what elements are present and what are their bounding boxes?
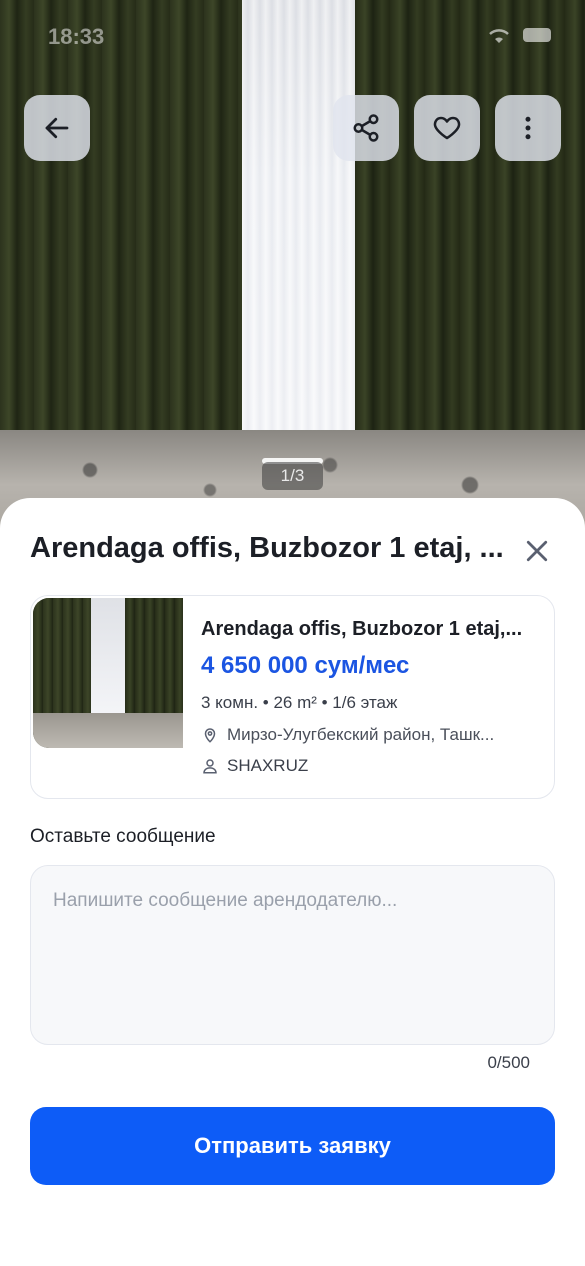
arrow-left-icon <box>45 117 69 139</box>
status-time: 18:33 <box>48 24 105 49</box>
share-icon <box>353 114 379 142</box>
share-button[interactable] <box>333 95 399 161</box>
thumbnail-floor <box>33 713 183 748</box>
submit-request-button[interactable]: Отправить заявку <box>30 1107 555 1185</box>
message-input[interactable] <box>30 865 555 1045</box>
gallery-counter: 1/3 <box>262 462 323 490</box>
message-label: Оставьте сообщение <box>30 826 216 847</box>
listing-thumbnail <box>33 598 183 748</box>
wifi-icon <box>489 29 509 43</box>
heart-icon <box>433 116 461 140</box>
photo-curtain-right <box>355 0 585 450</box>
listing-title: Arendaga offis, Buzbozor 1 etaj,... <box>201 618 523 640</box>
favorite-button[interactable] <box>414 95 480 161</box>
location-text: Мирзо-Улугбекский район, Ташк... <box>227 725 495 744</box>
message-char-counter: 0/500 <box>487 1053 530 1072</box>
sheet-title: Arendaga offis, Buzbozor 1 etaj, ... <box>30 532 504 564</box>
battery-icon <box>523 28 551 42</box>
request-sheet: Arendaga offis, Buzbozor 1 etaj, ... Are… <box>0 498 585 1266</box>
more-button[interactable] <box>495 95 561 161</box>
listing-specs: 3 комн. • 26 m² • 1/6 этаж <box>201 693 398 712</box>
thumbnail-curtain-right <box>125 598 183 718</box>
close-icon[interactable] <box>522 536 552 566</box>
owner-name: SHAXRUZ <box>227 756 309 775</box>
photo-curtain-left <box>0 0 245 450</box>
thumbnail-curtain-left <box>33 598 91 718</box>
thumbnail-window <box>91 598 125 716</box>
back-button[interactable] <box>24 95 90 161</box>
location-pin-icon <box>204 728 216 743</box>
user-icon <box>203 759 217 774</box>
listing-card[interactable]: Arendaga offis, Buzbozor 1 etaj,... 4 65… <box>30 595 555 799</box>
photo-sheer-curtain <box>242 0 360 440</box>
listing-owner: SHAXRUZ <box>201 756 308 776</box>
listing-location: Мирзо-Улугбекский район, Ташк... <box>201 725 546 745</box>
more-vertical-icon <box>525 116 531 140</box>
status-icons <box>487 28 551 44</box>
listing-price: 4 650 000 сум/мес <box>201 652 410 679</box>
